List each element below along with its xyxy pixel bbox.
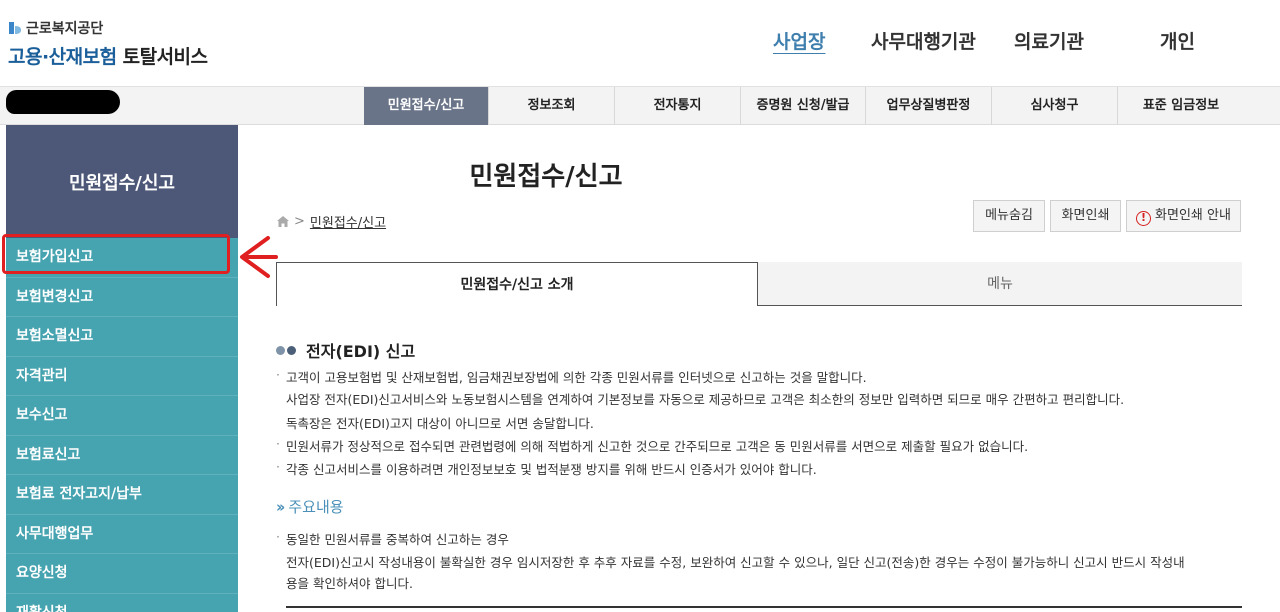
sidebar-item-insurance-change[interactable]: 보험변경신고: [6, 278, 238, 317]
home-icon[interactable]: [276, 215, 290, 228]
warning-icon: !: [1136, 211, 1152, 226]
subnav-standard-wage[interactable]: 표준 임금정보: [1118, 87, 1244, 125]
bullet-dots-icon: [276, 345, 298, 355]
sub-section-title-text: 주요내용: [288, 498, 344, 516]
paragraph-1b-text: 사업장 전자(EDI)신고서비스와 노동보험시스템을 연계하여 기본정보를 자동…: [286, 392, 1125, 407]
site-header: 근로복지공단 고용·산재보험 토탈서비스 사업장 사무대행기관 의료기관 개인: [0, 0, 1280, 86]
section-title-text: 전자(EDI) 신고: [306, 342, 416, 361]
topnav-personal[interactable]: 개인: [1160, 27, 1195, 54]
redacted-user-info: [6, 90, 120, 114]
top-nav: 사업장 사무대행기관 의료기관 개인: [0, 27, 1280, 57]
sub-paragraph-1-text: 동일한 민원서류를 중복하여 신고하는 경우: [286, 532, 509, 547]
subnav-review-request[interactable]: 심사청구: [992, 87, 1118, 125]
breadcrumb-current[interactable]: 민원접수/신고: [310, 212, 386, 231]
sidebar-item-premium-report[interactable]: 보험료신고: [6, 436, 238, 475]
tab-intro[interactable]: 민원접수/신고 소개: [276, 262, 758, 306]
sidebar-item-wage-report[interactable]: 보수신고: [6, 396, 238, 436]
subnav-e-notice[interactable]: 전자통지: [615, 87, 741, 125]
subnav-civil-report[interactable]: 민원접수/신고: [364, 87, 489, 125]
annotation-arrow-icon: [240, 236, 278, 278]
breadcrumb: > 민원접수/신고: [276, 212, 386, 231]
tab-menu[interactable]: 메뉴: [758, 262, 1242, 306]
paragraph-1-text: 고객이 고용보험법 및 산재보험법, 임금채권보장법에 의한 각종 민원서류를 …: [286, 370, 867, 385]
sub-nav: 민원접수/신고 정보조회 전자통지 증명원 신청/발급 업무상질병판정 심사청구…: [364, 87, 1244, 125]
topnav-agency[interactable]: 사무대행기관: [871, 27, 976, 54]
double-chevron-icon: ››: [276, 497, 286, 516]
paragraph-2-text: 민원서류가 정상적으로 접수되면 관련법령에 의해 적법하게 신고한 것으로 간…: [286, 439, 1029, 454]
paragraph-3-text: 각종 신고서비스를 이용하려면 개인정보보호 및 법적분쟁 방지를 위해 반드시…: [286, 462, 817, 477]
sidebar-item-qualification[interactable]: 자격관리: [6, 357, 238, 396]
sidebar: 민원접수/신고 보험가입신고 보험변경신고 보험소멸신고 자격관리 보수신고 보…: [6, 125, 238, 612]
breadcrumb-separator: >: [294, 214, 305, 229]
sub-nav-bar: 민원접수/신고 정보조회 전자통지 증명원 신청/발급 업무상질병판정 심사청구…: [0, 86, 1280, 125]
page-title-wrap: 민원접수/신고: [276, 156, 1280, 193]
table-top-divider: [286, 606, 1242, 608]
page-title: 민원접수/신고: [469, 162, 623, 192]
sidebar-title: 민원접수/신고: [6, 125, 238, 238]
topnav-workplace[interactable]: 사업장: [773, 27, 825, 54]
sub-section-title: ›› 주요내용: [276, 496, 344, 517]
print-guide-label: 화면인쇄 안내: [1155, 208, 1231, 223]
sub-paragraph-3-text: 용을 확인하셔야 합니다.: [286, 576, 413, 591]
subnav-info-lookup[interactable]: 정보조회: [489, 87, 615, 125]
annotation-highlight-box: [2, 234, 230, 274]
subnav-disease-judgment[interactable]: 업무상질병판정: [866, 87, 992, 125]
sub-paragraph-2-text: 전자(EDI)신고시 작성내용이 불확실한 경우 임시저장한 후 추후 자료를 …: [286, 555, 1185, 570]
sidebar-item-agency-work[interactable]: 사무대행업무: [6, 515, 238, 554]
section-title: 전자(EDI) 신고: [276, 338, 415, 362]
paragraph-1c-text: 독촉장은 전자(EDI)고지 대상이 아니므로 서면 송달합니다.: [286, 416, 594, 431]
subnav-certificate[interactable]: 증명원 신청/발급: [741, 87, 866, 125]
sidebar-item-insurance-termination[interactable]: 보험소멸신고: [6, 317, 238, 357]
print-guide-button[interactable]: ! 화면인쇄 안내: [1126, 200, 1241, 232]
print-button[interactable]: 화면인쇄: [1050, 200, 1121, 232]
sidebar-item-care-request[interactable]: 요양신청: [6, 554, 238, 594]
sidebar-item-premium-e-bill[interactable]: 보험료 전자고지/납부: [6, 475, 238, 515]
topnav-medical[interactable]: 의료기관: [1014, 27, 1084, 54]
sidebar-item-rehab-request[interactable]: 재활신청: [6, 594, 238, 612]
content-tabs: 민원접수/신고 소개 메뉴: [276, 262, 1242, 306]
hide-menu-button[interactable]: 메뉴숨김: [973, 200, 1045, 232]
